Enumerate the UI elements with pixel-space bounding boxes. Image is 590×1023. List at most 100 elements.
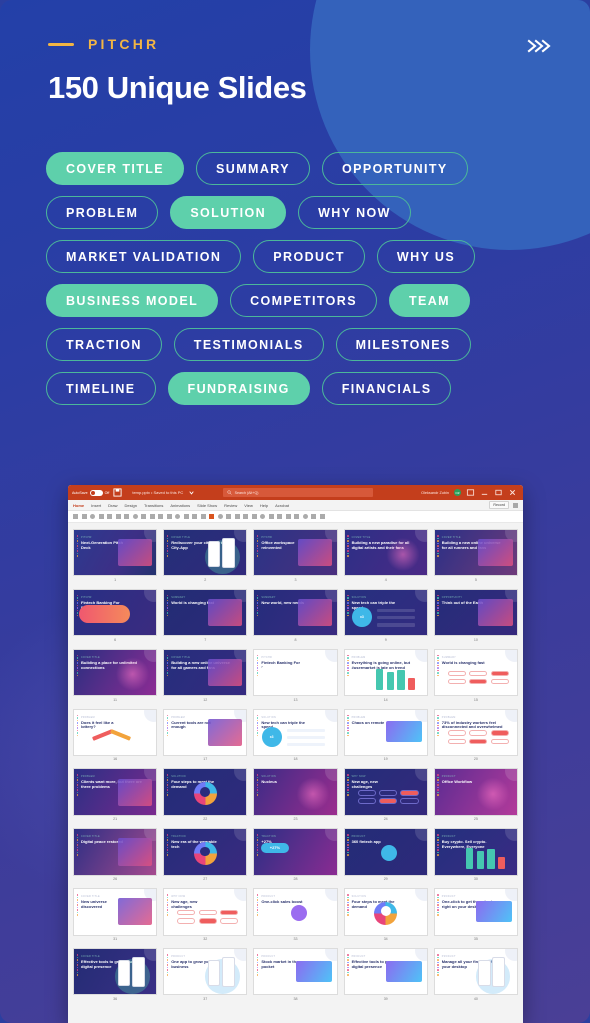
close-icon[interactable] [508, 488, 517, 497]
slide-thumbnail[interactable]: PITCHR Office workspace reinvented [253, 529, 338, 577]
pill-problem[interactable]: PROBLEM [46, 196, 159, 229]
ribbon-tab-acrobat[interactable]: Acrobat [275, 503, 289, 508]
slide-thumbnail[interactable]: SUMMARY World is changing fast [433, 648, 518, 697]
align-icon[interactable] [251, 514, 257, 519]
highlight-icon[interactable] [217, 514, 223, 519]
character-spacing-icon[interactable] [200, 514, 206, 519]
dictate-icon[interactable] [311, 514, 316, 519]
pill-product[interactable]: PRODUCT [253, 240, 365, 273]
ribbon-tab-view[interactable]: View [244, 503, 253, 508]
restore-icon[interactable] [494, 488, 503, 497]
slide-thumbnail[interactable]: PRODUCT Office Workflow [433, 768, 518, 816]
slide-thumbnail[interactable]: PRODUCT Effective tools to grow your digi… [343, 948, 428, 996]
paste-icon[interactable] [73, 514, 78, 519]
ribbon-tab-transitions[interactable]: Transitions [144, 503, 163, 508]
autosave-switch[interactable] [89, 489, 103, 496]
slide-thumbnail[interactable]: PRODUCT One app to grow your business [163, 948, 248, 996]
ribbon-tab-design[interactable]: Design [124, 503, 136, 508]
slide-thumbnail[interactable]: COVER TITLE Digital peace restored [73, 828, 158, 876]
pill-fundraising[interactable]: FUNDRAISING [167, 372, 310, 405]
user-name[interactable]: Oleksandr Zubin [421, 491, 449, 495]
slide-thumbnail[interactable]: WHY NOW New age, new challenges [163, 888, 248, 936]
slide-thumbnail[interactable]: PITCHRFintech Banking For Everyone [73, 588, 158, 637]
slide-thumbnail[interactable]: PRODUCT Stock market in the pocket [253, 948, 338, 996]
italic-icon[interactable] [166, 514, 172, 519]
indent-icon[interactable] [243, 514, 248, 519]
slide-thumbnail[interactable]: PITCHRFintech Banking For Everyone [253, 648, 338, 697]
ribbon-tab-animations[interactable]: Animations [170, 503, 190, 508]
search-input[interactable]: Search (Alt+Q) [222, 488, 373, 497]
slide-thumbnail[interactable]: COVER TITLE Building a new online univers… [433, 529, 518, 577]
pill-opportunity[interactable]: OPPORTUNITY [321, 152, 468, 185]
autosave-toggle[interactable]: AutoSave Off [72, 489, 109, 496]
pill-cover-title[interactable]: COVER TITLE [46, 152, 185, 185]
slide-thumbnail[interactable]: PROBLEM Current tools are not enough [163, 708, 248, 756]
copy-icon[interactable] [90, 514, 95, 519]
minimize-icon[interactable] [480, 488, 489, 497]
font-icon[interactable] [141, 514, 146, 519]
ribbon-tab-insert[interactable]: Insert [91, 503, 101, 508]
slide-thumbnail[interactable]: COVER TITLE Building a new online univers… [163, 648, 248, 697]
slide-thumbnail[interactable]: COVER TITLE Building a new paradise for a… [343, 529, 428, 577]
save-icon[interactable] [113, 488, 122, 497]
quick-styles-icon[interactable] [277, 514, 282, 519]
pill-financials[interactable]: FINANCIALS [321, 372, 452, 405]
designer-icon[interactable] [319, 514, 325, 519]
slide-thumbnail[interactable]: SOLUTIONNew tech can triple the speedx3 [253, 708, 338, 756]
pill-milestones[interactable]: MILESTONES [335, 328, 471, 361]
arrange-icon[interactable] [268, 514, 274, 519]
slide-thumbnail[interactable]: SOLUTION Nucleus [253, 768, 338, 816]
layout-icon[interactable] [115, 514, 121, 519]
ribbon-tab-review[interactable]: Review [224, 503, 237, 508]
slide-thumbnail[interactable]: COVER TITLE Rediscover your city with the… [163, 529, 248, 577]
slide-thumbnail[interactable]: PITCHR Next-Generation Pitch Deck [73, 529, 158, 577]
reset-icon[interactable] [124, 514, 129, 519]
pill-competitors[interactable]: COMPETITORS [230, 284, 377, 317]
pill-market-validation[interactable]: MARKET VALIDATION [46, 240, 242, 273]
slide-thumbnail[interactable]: COVER TITLE Building a place for unlimite… [73, 648, 158, 697]
underline-icon[interactable] [175, 514, 180, 519]
font-size-icon[interactable] [149, 514, 155, 519]
pill-summary[interactable]: SUMMARY [196, 152, 310, 185]
slide-thumbnail[interactable]: SOLUTIONNew tech can triple the speedx3 [343, 588, 428, 637]
pill-business-model[interactable]: BUSINESS MODEL [46, 284, 219, 317]
slide-thumbnail[interactable]: PROBLEM Chaos on remote [343, 708, 428, 756]
select-icon[interactable] [302, 514, 308, 519]
slide-thumbnail[interactable]: PROBLEM Does it feel like a lottery? [73, 708, 158, 756]
slide-thumbnail[interactable]: WHY NOW New age, new challenges [343, 768, 428, 816]
shapes-icon[interactable] [260, 514, 265, 519]
slide-thumbnail[interactable]: PRODUCT Buy crypto. Sell crypto. Everywhe… [433, 828, 518, 876]
ribbon-tab-slide-show[interactable]: Slide Show [197, 503, 217, 508]
bullets-icon[interactable] [226, 514, 231, 519]
text-color-icon[interactable] [209, 514, 214, 519]
record-button[interactable]: Record [489, 501, 509, 509]
pill-timeline[interactable]: TIMELINE [46, 372, 156, 405]
ribbon-display-icon[interactable] [466, 488, 475, 497]
slide-thumbnail[interactable]: TRACTION +27% +27% [253, 828, 338, 876]
ribbon-tab-help[interactable]: Help [260, 503, 268, 508]
pill-why-us[interactable]: WHY US [376, 240, 476, 273]
numbering-icon[interactable] [234, 514, 240, 519]
slide-thumbnail[interactable]: PRODUCT Manage all your finances from you… [433, 948, 518, 996]
chevron-down-icon[interactable] [187, 488, 196, 497]
replace-icon[interactable] [294, 514, 299, 519]
cut-icon[interactable] [81, 514, 87, 519]
slide-sorter-canvas[interactable]: PITCHR Next-Generation Pitch Deck 1 COVER T… [68, 523, 523, 1023]
slide-thumbnail[interactable]: PROBLEM Clients want more, but there are … [73, 768, 158, 816]
pill-solution[interactable]: SOLUTION [170, 196, 287, 229]
pill-why-now[interactable]: WHY NOW [298, 196, 411, 229]
find-icon[interactable] [285, 514, 291, 519]
slide-thumbnail[interactable]: PRODUCT One-click to get the sales team r… [433, 888, 518, 936]
pill-team[interactable]: TEAM [388, 284, 470, 317]
pill-traction[interactable]: TRACTION [46, 328, 162, 361]
section-icon[interactable] [132, 514, 138, 519]
format-painter-icon[interactable] [98, 514, 104, 519]
share-icon[interactable] [513, 502, 518, 508]
new-slide-icon[interactable] [107, 514, 112, 519]
slide-thumbnail[interactable]: COVER TITLE New universe discovered [73, 888, 158, 936]
slide-thumbnail[interactable]: PROBLEM Everything is going online, but #… [343, 648, 428, 697]
ribbon-tab-draw[interactable]: Draw [108, 503, 117, 508]
double-chevron-right-icon[interactable] [526, 38, 552, 54]
slide-thumbnail[interactable]: TRACTION New era of the wearable tech [163, 828, 248, 876]
slide-thumbnail[interactable]: OPPORTUNITY Think out of the Earth [433, 588, 518, 637]
